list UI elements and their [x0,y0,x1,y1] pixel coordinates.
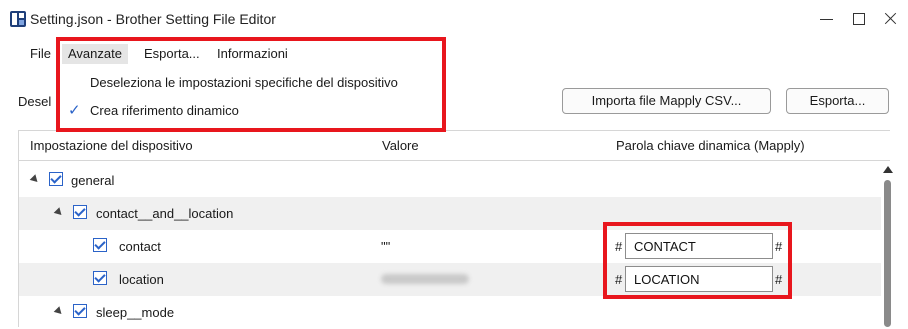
menu-item-label: Crea riferimento dinamico [90,103,239,118]
avanzate-dropdown: Deseleziona le impostazioni specifiche d… [62,66,434,128]
keyword-suffix-hash: # [775,272,783,287]
dynamic-keyword-input[interactable] [625,266,773,292]
dynamic-keyword-input[interactable] [625,233,773,259]
export-button[interactable]: Esporta... [786,88,889,114]
node-label: sleep__mode [96,305,175,320]
menu-item-deselect-device-settings[interactable]: Deseleziona le impostazioni specifiche d… [62,69,434,97]
minimize-button[interactable] [814,8,840,30]
tree-row[interactable]: general [19,164,881,197]
tree-row[interactable]: sleep__mode [19,296,881,329]
row-checkbox[interactable] [73,205,87,219]
title-bar: Setting.json - Brother Setting File Edit… [0,0,908,40]
keyword-prefix-hash: # [615,272,623,287]
expand-arrow-icon[interactable] [29,174,41,185]
app-icon [10,11,26,27]
expand-arrow-icon[interactable] [53,306,65,317]
window-title: Setting.json - Brother Setting File Edit… [30,11,276,27]
scroll-up-arrow-icon[interactable] [883,166,893,173]
column-header-value[interactable]: Valore [382,131,419,160]
menu-item-label: Deseleziona le impostazioni specifiche d… [90,75,398,90]
deselect-all-label: Desel [18,94,52,109]
checkmark-icon: ✓ [68,102,81,119]
node-label: contact [119,239,161,254]
tree-row[interactable]: contact "" # # [19,230,881,263]
keyword-prefix-hash: # [615,239,623,254]
node-label: location [119,272,164,287]
menu-avanzate[interactable]: Avanzate [62,44,128,64]
keyword-suffix-hash: # [775,239,783,254]
column-header-setting[interactable]: Impostazione del dispositivo [30,131,193,160]
close-button[interactable] [878,8,904,30]
setting-value: "" [381,239,391,254]
menu-bar: File Avanzate Esporta... Informazioni [0,42,908,66]
menu-item-dynamic-reference[interactable]: ✓ Crea riferimento dinamico [62,97,434,125]
expand-arrow-icon[interactable] [53,207,65,218]
scroll-thumb[interactable] [884,180,891,327]
node-label: general [71,173,115,188]
import-mapply-csv-button[interactable]: Importa file Mapply CSV... [562,88,771,114]
tree-row[interactable]: contact__and__location [19,197,881,230]
row-checkbox[interactable] [93,238,107,252]
menu-file[interactable]: File [24,44,57,64]
vertical-scrollbar[interactable] [881,160,894,327]
maximize-button[interactable] [846,8,872,30]
setting-value-blurred [381,274,469,284]
menu-esporta[interactable]: Esporta... [138,44,206,64]
column-header-keyword[interactable]: Parola chiave dinamica (Mapply) [616,131,805,160]
row-checkbox[interactable] [73,304,87,318]
row-checkbox[interactable] [49,172,63,186]
row-checkbox[interactable] [93,271,107,285]
menu-informazioni[interactable]: Informazioni [211,44,294,64]
grid-header: Impostazione del dispositivo Valore Paro… [18,130,890,161]
node-label: contact__and__location [96,206,234,221]
tree-row[interactable]: location # # [19,263,881,296]
